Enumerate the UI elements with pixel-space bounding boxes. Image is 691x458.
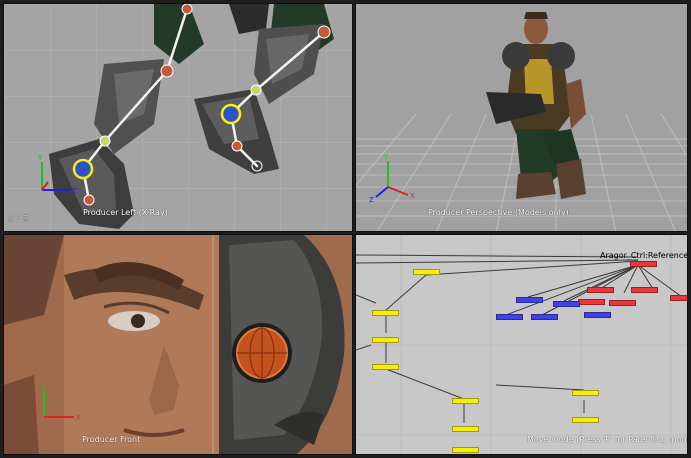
axis-y-label-persp: Y — [383, 153, 389, 161]
node-red[interactable] — [578, 299, 605, 305]
node-red[interactable] — [609, 300, 636, 306]
node-blue[interactable] — [553, 301, 580, 307]
axis-x-label-persp: X — [410, 192, 415, 200]
node-blue[interactable] — [531, 314, 558, 320]
node-yellow[interactable] — [452, 447, 479, 453]
viewport-producer-front[interactable]: Y X Producer Front — [3, 234, 353, 455]
node-yellow[interactable] — [572, 417, 599, 423]
viewport-label-front: Producer Front — [82, 435, 141, 444]
axis-y-label: Y — [37, 154, 43, 162]
front-view-scene: Y X — [4, 235, 352, 454]
axis-gizmo-perspective — [375, 161, 409, 198]
node-blue[interactable] — [584, 312, 611, 318]
node-root-reference[interactable] — [630, 261, 657, 267]
node-blue[interactable] — [516, 297, 543, 303]
viewport-producer-left[interactable]: Y Z Z : Y Producer Left (X-Ray) — [3, 3, 353, 232]
viewport-layout: Y Z Z : Y Producer Left (X-Ray) Y X Z Pr… — [0, 0, 691, 458]
node-yellow[interactable] — [372, 337, 399, 343]
viewport-relations[interactable]: Aragor_Ctrl:Reference Move mode (Press '… — [355, 234, 688, 455]
axis-x-label-front: X — [76, 414, 81, 422]
axis-z-label-persp: Z — [369, 196, 374, 204]
viewport-label-perspective: Producer Perspective (Models only) — [428, 208, 569, 217]
node-yellow[interactable] — [413, 269, 440, 275]
viewport-label-left: Producer Left (X-Ray) — [83, 208, 168, 217]
character-model — [486, 12, 586, 199]
relations-root-label: Aragor_Ctrl:Reference — [600, 251, 688, 260]
axis-z-label: Z — [72, 187, 77, 195]
node-red[interactable] — [587, 287, 614, 293]
node-blue[interactable] — [496, 314, 523, 320]
node-yellow[interactable] — [572, 390, 599, 396]
axis-y-label-front: Y — [40, 382, 46, 390]
relations-mode-label: Move mode (Press 'P' for Parenting mode … — [527, 435, 688, 444]
left-view-scene: Y Z — [4, 4, 352, 231]
relation-links — [356, 254, 683, 423]
relations-grid — [356, 235, 687, 454]
perspective-view-scene: Y X Z — [356, 12, 687, 231]
node-yellow[interactable] — [372, 310, 399, 316]
node-red[interactable] — [631, 287, 658, 293]
node-yellow[interactable] — [452, 398, 479, 404]
viewport-producer-perspective[interactable]: Y X Z Producer Perspective (Models only) — [355, 3, 688, 232]
corner-axis-text: Z : Y — [8, 212, 29, 222]
node-yellow[interactable] — [372, 364, 399, 370]
node-yellow[interactable] — [452, 426, 479, 432]
node-red[interactable] — [670, 295, 687, 301]
